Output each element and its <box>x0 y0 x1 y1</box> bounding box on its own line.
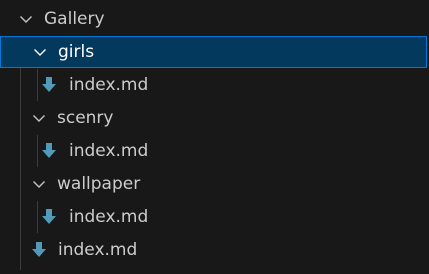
tree-file-label: index.md <box>69 75 149 95</box>
tree-folder-label: wallpaper <box>57 174 141 194</box>
markdown-file-icon <box>41 208 57 226</box>
tree-file-girls-index[interactable]: index.md <box>0 69 427 101</box>
tree-folder-label: Gallery <box>44 9 105 29</box>
chevron-down-icon <box>31 176 47 192</box>
tree-file-label: index.md <box>69 207 149 227</box>
tree-folder-girls[interactable]: girls <box>0 36 427 68</box>
tree-file-scenry-index[interactable]: index.md <box>0 135 427 167</box>
markdown-file-icon <box>41 142 57 160</box>
chevron-down-icon <box>31 110 47 126</box>
tree-folder-gallery[interactable]: Gallery <box>0 3 427 35</box>
chevron-down-icon <box>18 11 34 27</box>
markdown-file-icon <box>31 241 47 259</box>
tree-folder-scenry[interactable]: scenry <box>0 102 427 134</box>
markdown-file-icon <box>41 76 57 94</box>
tree-file-wallpaper-index[interactable]: index.md <box>0 201 427 233</box>
tree-folder-label: scenry <box>57 108 114 128</box>
tree-file-root-index[interactable]: index.md <box>0 234 427 266</box>
tree-file-label: index.md <box>58 240 138 260</box>
tree-folder-wallpaper[interactable]: wallpaper <box>0 168 427 200</box>
file-explorer-tree: Gallery girls index.md scenry index.md w… <box>0 0 429 274</box>
chevron-down-icon <box>32 44 48 60</box>
tree-folder-label: girls <box>58 42 95 62</box>
tree-file-label: index.md <box>69 141 149 161</box>
